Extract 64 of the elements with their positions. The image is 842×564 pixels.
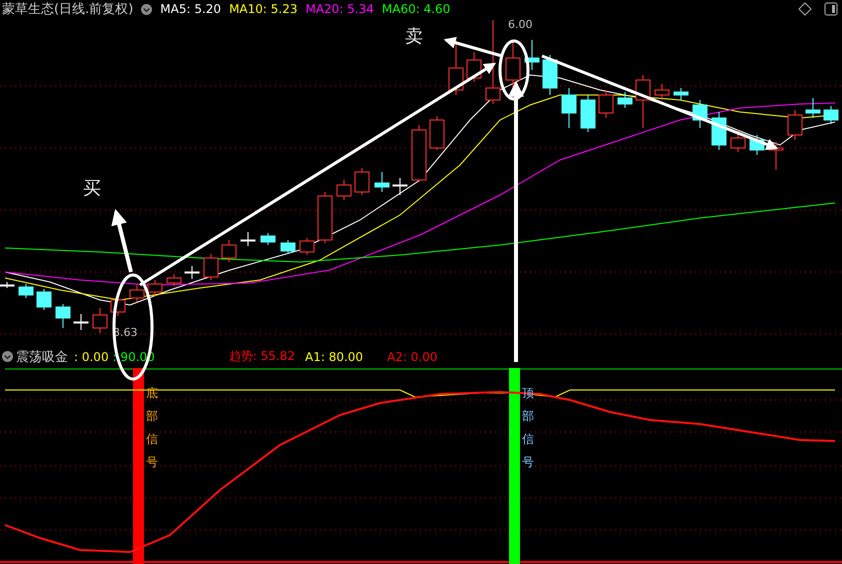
- candlestick: [430, 116, 444, 150]
- candlestick: [130, 284, 144, 302]
- candlestick: [36, 288, 52, 310]
- ma-value: MA20: 5.34: [305, 2, 374, 16]
- candlestick: [654, 84, 670, 100]
- candlestick: [750, 134, 764, 156]
- candlestick: [506, 42, 520, 100]
- panel-icon[interactable]: [824, 2, 838, 16]
- ma-value: MA10: 5.23: [229, 2, 298, 16]
- candlestick: [392, 178, 408, 196]
- indicator-name: 震荡吸金: [16, 348, 68, 366]
- candlestick: [636, 74, 650, 128]
- candlestick: [166, 274, 182, 286]
- high-price-label: 6.00: [508, 18, 532, 31]
- candlestick: [562, 88, 576, 128]
- indicator-value: A1: 80.00: [305, 350, 364, 364]
- indicator-value: : 0.00: [74, 350, 109, 364]
- candlestick: [412, 124, 426, 182]
- diamond-icon[interactable]: [798, 2, 812, 16]
- ma-value: MA60: 4.60: [382, 2, 450, 16]
- candlestick: [466, 52, 482, 82]
- candlestick: [184, 266, 200, 280]
- candlestick: [148, 280, 162, 296]
- candlestick: [318, 192, 332, 244]
- candlestick: [712, 112, 726, 150]
- candlestick: [56, 304, 70, 328]
- candlestick: [336, 180, 352, 200]
- candlestick: [788, 110, 802, 140]
- candlestick: [598, 90, 614, 118]
- candlestick: [300, 238, 314, 256]
- chart-annotation: 买: [83, 177, 101, 200]
- candlestick: [618, 92, 632, 108]
- indicator-value: 趋势: 55.82: [228, 348, 296, 365]
- candlestick: [730, 130, 746, 152]
- candlestick: [524, 40, 540, 70]
- dropdown-icon[interactable]: [141, 4, 152, 14]
- candlestick: [806, 98, 820, 118]
- candlestick: [240, 232, 256, 246]
- chart-annotation: 卖: [405, 25, 423, 48]
- indicator-value: A2: 0.00: [387, 350, 438, 364]
- candlestick: [92, 308, 108, 334]
- candlestick: [768, 142, 784, 170]
- candlestick: [448, 40, 464, 96]
- candlestick: [280, 240, 296, 254]
- candlestick: [354, 168, 370, 196]
- candlestick: [204, 254, 218, 280]
- dropdown-icon[interactable]: [2, 351, 13, 362]
- highlight-ellipse: [498, 40, 530, 100]
- arrow: [111, 208, 133, 272]
- candlestick: [260, 232, 276, 246]
- candlestick: [692, 100, 708, 128]
- candlestick: [222, 240, 236, 262]
- candlestick: [542, 54, 558, 96]
- ma-value: MA5: 5.20: [160, 2, 222, 16]
- candlestick: [674, 88, 688, 100]
- signal-label: 底部信号: [146, 385, 158, 471]
- candlestick: [0, 282, 14, 288]
- stock-title: 蒙草生态(日线.前复权): [2, 1, 134, 18]
- candlestick: [18, 284, 34, 298]
- candlestick: [374, 172, 390, 192]
- arrow: [444, 36, 502, 58]
- candlestick: [580, 94, 596, 132]
- candlestick: [74, 314, 88, 330]
- candlestick: [824, 106, 838, 124]
